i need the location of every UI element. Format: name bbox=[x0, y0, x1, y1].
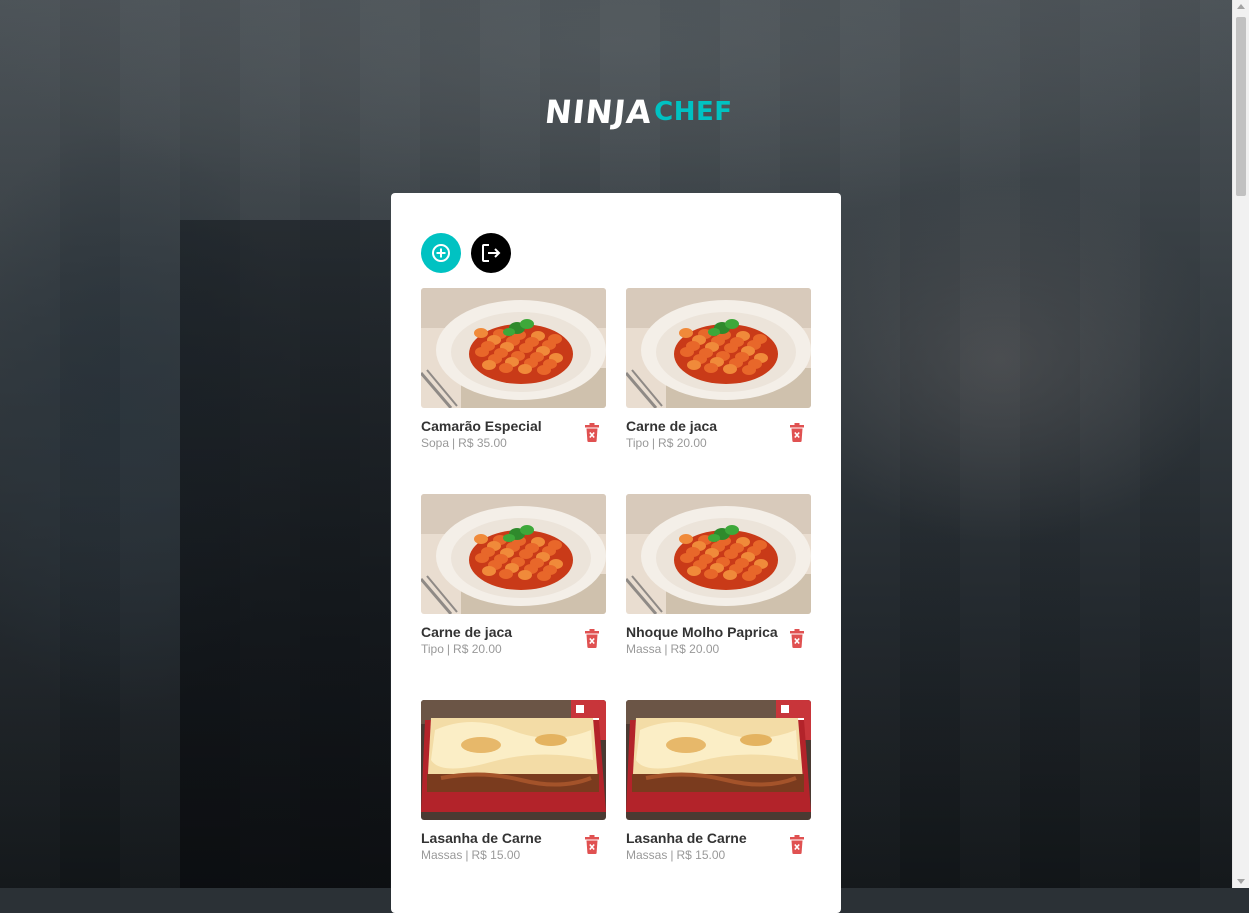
dish-title: Camarão Especial bbox=[421, 418, 542, 434]
dish-title: Lasanha de Carne bbox=[626, 830, 747, 846]
scroll-up-arrow[interactable] bbox=[1237, 4, 1245, 9]
delete-dish-button[interactable] bbox=[789, 423, 805, 442]
add-dish-button[interactable] bbox=[421, 233, 461, 273]
dish-card[interactable]: Nhoque Molho Paprica Massa | R$ 20.00 bbox=[626, 494, 811, 662]
dish-title: Carne de jaca bbox=[421, 624, 513, 640]
dish-photo-gnocchi bbox=[626, 288, 811, 408]
dish-subtitle: Massas | R$ 15.00 bbox=[626, 848, 725, 862]
dish-card[interactable]: Carne de jaca Tipo | R$ 20.00 bbox=[421, 494, 606, 662]
delete-dish-button[interactable] bbox=[584, 629, 600, 648]
dish-subtitle: Tipo | R$ 20.00 bbox=[626, 436, 707, 450]
dish-price: R$ 20.00 bbox=[453, 642, 502, 656]
dish-image[interactable] bbox=[421, 494, 606, 614]
separator: | bbox=[452, 436, 456, 450]
separator: | bbox=[651, 436, 656, 450]
dish-subtitle: Massas | R$ 15.00 bbox=[421, 848, 520, 862]
dish-card[interactable]: Carne de jaca Tipo | R$ 20.00 bbox=[626, 288, 811, 456]
trash-icon bbox=[584, 835, 600, 858]
logout-button[interactable] bbox=[471, 233, 511, 273]
dish-subtitle: Tipo | R$ 20.00 bbox=[421, 642, 502, 656]
dish-image[interactable] bbox=[421, 700, 606, 820]
separator: | bbox=[446, 642, 451, 656]
separator: | bbox=[670, 848, 674, 862]
dish-category: Tipo bbox=[421, 642, 444, 656]
dish-price: R$ 35.00 bbox=[458, 436, 507, 450]
dishes-panel: Camarão Especial Sopa | R$ 35.00 Carne de … bbox=[391, 193, 841, 913]
dish-image[interactable] bbox=[626, 288, 811, 408]
dish-category: Tipo bbox=[626, 436, 649, 450]
delete-dish-button[interactable] bbox=[789, 835, 805, 854]
scrollbar[interactable] bbox=[1232, 0, 1249, 888]
dish-subtitle: Sopa | R$ 35.00 bbox=[421, 436, 507, 450]
scroll-thumb[interactable] bbox=[1236, 17, 1246, 196]
dish-category: Massa bbox=[626, 642, 662, 656]
background-shadow bbox=[180, 220, 390, 888]
dish-title: Nhoque Molho Paprica bbox=[626, 624, 778, 640]
separator: | bbox=[664, 642, 668, 656]
trash-icon bbox=[789, 629, 805, 652]
dish-price: R$ 20.00 bbox=[670, 642, 720, 656]
plus-circle-icon bbox=[432, 244, 450, 262]
dish-photo-lasagna bbox=[421, 700, 606, 820]
trash-icon bbox=[789, 423, 805, 446]
dish-photo-lasagna bbox=[626, 700, 811, 820]
dish-card[interactable]: Camarão Especial Sopa | R$ 35.00 bbox=[421, 288, 606, 456]
dish-grid: Camarão Especial Sopa | R$ 35.00 Carne de … bbox=[421, 288, 811, 868]
dish-price: R$ 20.00 bbox=[658, 436, 707, 450]
dish-photo-gnocchi bbox=[626, 494, 811, 614]
dish-category: Massas bbox=[626, 848, 668, 862]
trash-icon bbox=[584, 629, 600, 652]
dish-title: Lasanha de Carne bbox=[421, 830, 542, 846]
dish-category: Massas bbox=[421, 848, 463, 862]
delete-dish-button[interactable] bbox=[584, 423, 600, 442]
trash-icon bbox=[789, 835, 805, 858]
scroll-down-arrow[interactable] bbox=[1237, 879, 1245, 884]
dish-image[interactable] bbox=[421, 288, 606, 408]
dish-price: R$ 15.00 bbox=[676, 848, 726, 862]
separator: | bbox=[465, 848, 469, 862]
trash-icon bbox=[584, 423, 600, 446]
logo-text-chef: CHEF bbox=[654, 97, 733, 127]
delete-dish-button[interactable] bbox=[789, 629, 805, 648]
dish-photo-gnocchi bbox=[421, 494, 606, 614]
dish-subtitle: Massa | R$ 20.00 bbox=[626, 642, 719, 656]
dish-price: R$ 15.00 bbox=[471, 848, 521, 862]
dish-card[interactable]: Lasanha de Carne Massas | R$ 15.00 bbox=[626, 700, 811, 868]
dish-title: Carne de jaca bbox=[626, 418, 718, 434]
dish-image[interactable] bbox=[626, 494, 811, 614]
dish-photo-gnocchi bbox=[421, 288, 606, 408]
dish-image[interactable] bbox=[626, 700, 811, 820]
logo-text-ninja: NINJA bbox=[543, 93, 655, 131]
dish-category: Sopa bbox=[421, 436, 450, 450]
ninjachef-logo: NINJA CHEF bbox=[543, 88, 732, 136]
logout-icon bbox=[482, 244, 501, 262]
delete-dish-button[interactable] bbox=[584, 835, 600, 854]
dish-card[interactable]: Lasanha de Carne Massas | R$ 15.00 bbox=[421, 700, 606, 868]
